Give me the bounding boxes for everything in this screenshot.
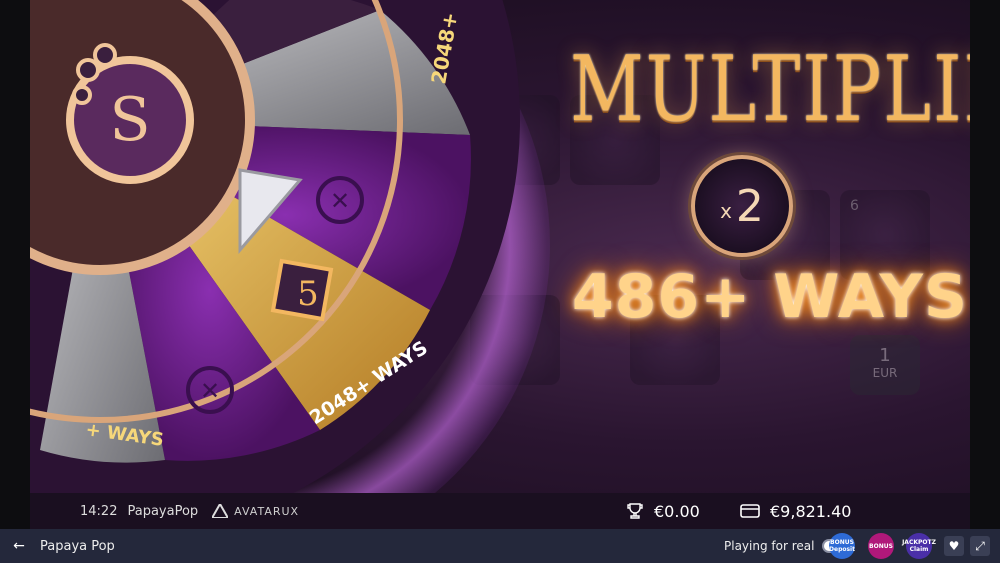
fullscreen-icon[interactable]: ⤢: [970, 536, 990, 556]
avatarux-logo-icon: [212, 504, 229, 518]
bet-cell: 1 EUR: [850, 335, 920, 395]
bet-currency: EUR: [872, 366, 898, 380]
bet-amount: 1: [879, 345, 891, 366]
promo-label: BONUS Deposit: [829, 539, 855, 553]
svg-text:✕: ✕: [330, 187, 350, 215]
right-letterbox: [970, 0, 1000, 529]
promo-label: BONUS: [869, 542, 893, 550]
reel-cell-number: 6: [850, 198, 859, 214]
play-for-real-label: Playing for real: [724, 539, 815, 553]
wallet-icon: [740, 504, 760, 518]
game-info-bar: 14:22 PapayaPop AVATARUX €0.00 €9,821.40: [30, 493, 970, 529]
ways-count: 486+ WAYS: [571, 262, 969, 332]
provider-brand-label: AVATARUX: [234, 504, 300, 518]
favorite-heart-icon[interactable]: ♥: [944, 536, 964, 556]
multiplier-badge: x 2: [691, 155, 793, 257]
multiplier-value: 2: [735, 180, 764, 232]
balance-amount: €9,821.40: [770, 501, 852, 521]
trophy-icon: [627, 503, 643, 519]
win-amount: €0.00: [654, 501, 700, 521]
bonus-promo[interactable]: BONUS: [868, 533, 894, 559]
multiplier-prefix: x: [720, 199, 732, 223]
left-letterbox: [0, 0, 30, 529]
game-stage[interactable]: 6 1 EUR S ✕ ✕ 5 2048+ 2048+ WAYS + WAYS …: [30, 0, 970, 493]
game-name: PapayaPop: [127, 503, 199, 519]
jackpotz-claim-promo[interactable]: JACKPOTZ Claim: [902, 533, 936, 559]
back-arrow-icon[interactable]: ←: [10, 537, 28, 555]
hub-emblem-icon: S: [109, 85, 150, 155]
svg-text:✕: ✕: [200, 377, 220, 405]
bonus-deposit-promo[interactable]: BONUS Deposit: [829, 533, 855, 559]
game-title: Papaya Pop: [40, 538, 115, 554]
bonus-wheel: S ✕ ✕ 5 2048+ 2048+ WAYS + WAYS: [30, 0, 520, 493]
provider-brand: AVATARUX: [212, 504, 299, 518]
win-display: €0.00: [626, 502, 700, 521]
clock: 14:22: [80, 503, 118, 519]
wheel-segment-multiplier: 5: [297, 274, 319, 314]
balance-display: €9,821.40: [740, 502, 851, 521]
multiplier-title: MULTIPLIER: [570, 36, 970, 141]
promo-label: JACKPOTZ Claim: [902, 539, 936, 553]
